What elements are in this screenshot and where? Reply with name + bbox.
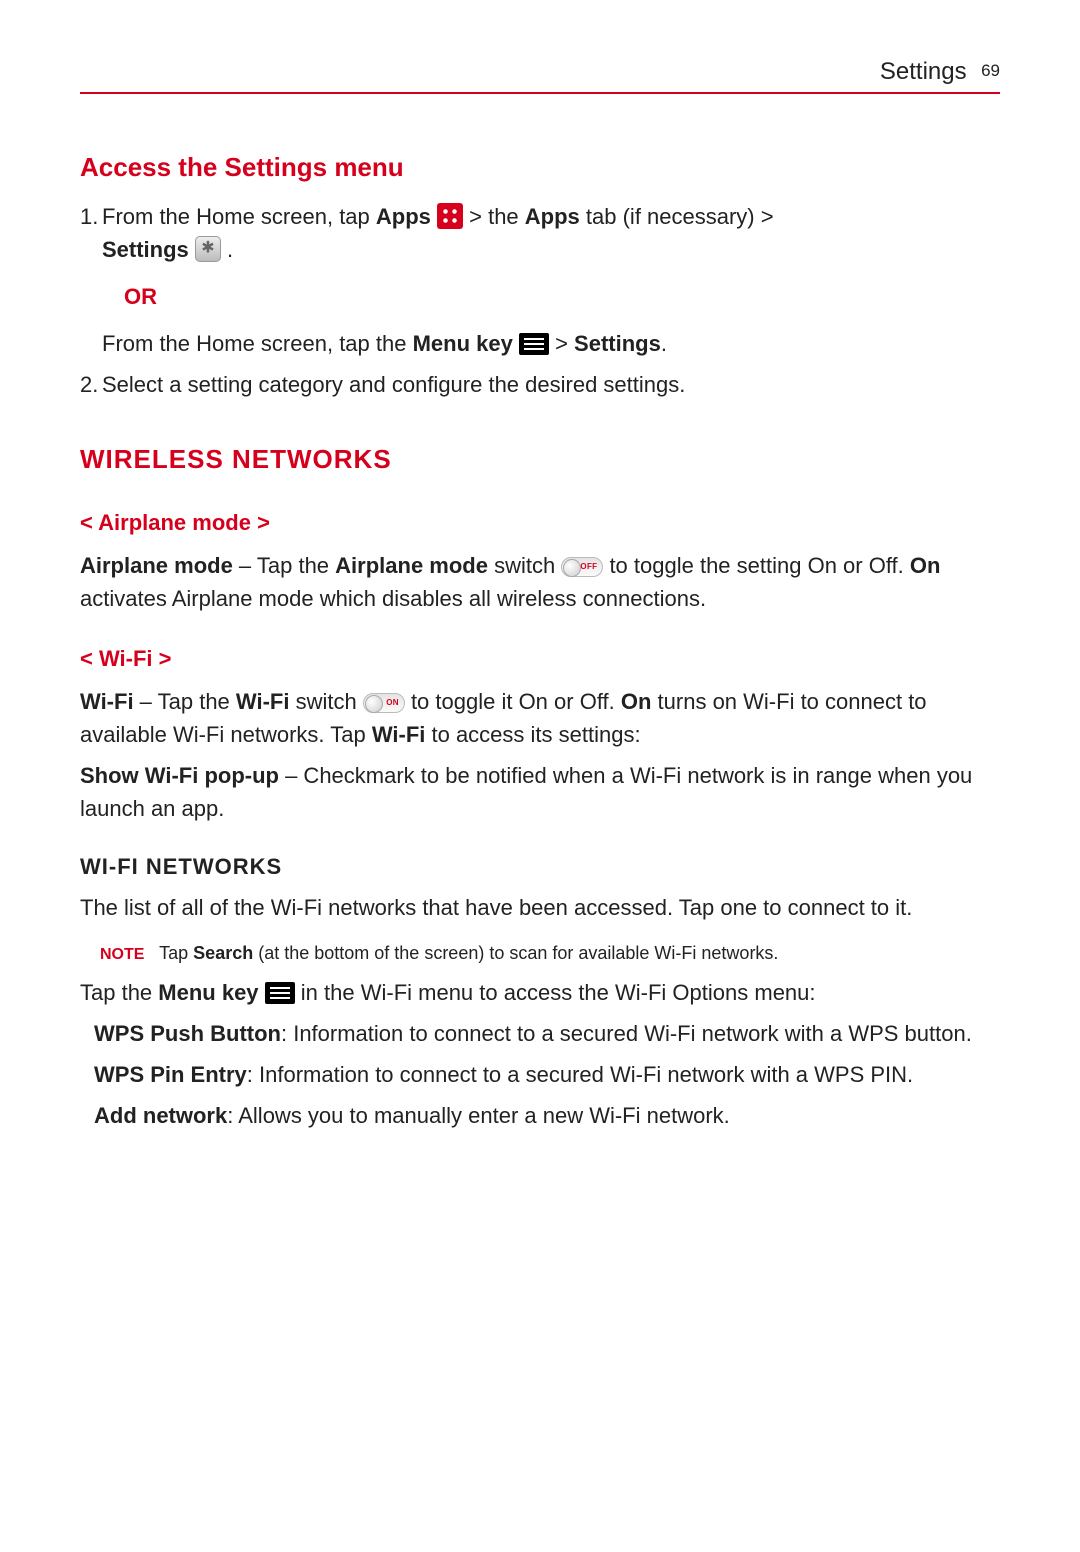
step-1: From the Home screen, tap Apps > the App…: [80, 200, 1000, 360]
menu-key-icon-2: [265, 982, 295, 1004]
airplane-b1: Airplane mode: [80, 553, 233, 578]
airplane-t3: to toggle the setting On or Off.: [603, 553, 910, 578]
step1-alt: From the Home screen, tap the Menu key >…: [102, 327, 1000, 360]
wps-b: WPS Push Button: [94, 1021, 281, 1046]
wps-t: : Information to connect to a secured Wi…: [281, 1021, 972, 1046]
note-label: NOTE: [100, 946, 144, 963]
step1alt-b: >: [549, 331, 574, 356]
wps-push-button-desc: WPS Push Button: Information to connect …: [94, 1017, 1000, 1050]
step1-apps-tab-bold: Apps: [525, 204, 580, 229]
wifi-b1: Wi-Fi: [80, 689, 134, 714]
wpspin-b: WPS Pin Entry: [94, 1062, 247, 1087]
steps-list: From the Home screen, tap Apps > the App…: [80, 200, 1000, 401]
wifi-t5: to access its settings:: [425, 722, 640, 747]
step1alt-menukey-bold: Menu key: [413, 331, 513, 356]
step1-text-b: > the: [463, 204, 525, 229]
airplane-t2: switch: [488, 553, 561, 578]
switch-off-icon: [561, 557, 603, 577]
tapmenu-a: Tap the: [80, 980, 158, 1005]
step-2: Select a setting category and configure …: [80, 368, 1000, 401]
wifi-t1: – Tap the: [134, 689, 236, 714]
apps-icon: [437, 203, 463, 229]
wifi-t2: switch: [289, 689, 362, 714]
note-c: (at the bottom of the screen) to scan fo…: [253, 943, 778, 963]
tap-menu-desc: Tap the Menu key in the Wi-Fi menu to ac…: [80, 976, 1000, 1009]
step1-text-a: From the Home screen, tap: [102, 204, 376, 229]
addnet-t: : Allows you to manually enter a new Wi-…: [227, 1103, 730, 1128]
wpspin-t: : Information to connect to a secured Wi…: [247, 1062, 913, 1087]
heading-access-settings: Access the Settings menu: [80, 149, 1000, 187]
step1alt-c: .: [661, 331, 667, 356]
wps-pin-entry-desc: WPS Pin Entry: Information to connect to…: [94, 1058, 1000, 1091]
note-a: Tap: [159, 943, 193, 963]
switch-on-icon: [363, 693, 405, 713]
page-header: Settings 69: [80, 55, 1000, 94]
heading-wireless-networks: WIRELESS NETWORKS: [80, 441, 1000, 479]
heading-airplane-mode: < Airplane mode >: [80, 507, 1000, 539]
step1-settings-bold: Settings: [102, 237, 189, 262]
airplane-t1: – Tap the: [233, 553, 335, 578]
popup-b1: Show Wi-Fi pop-up: [80, 763, 279, 788]
step1-apps-bold: Apps: [376, 204, 431, 229]
airplane-t4: activates Airplane mode which disables a…: [80, 586, 706, 611]
wifi-networks-desc: The list of all of the Wi-Fi networks th…: [80, 891, 1000, 924]
wifi-b2: Wi-Fi: [236, 689, 290, 714]
or-separator: OR: [124, 280, 1000, 313]
gear-icon: [195, 236, 221, 262]
wifi-b4: Wi-Fi: [372, 722, 426, 747]
menu-key-icon: [519, 333, 549, 355]
add-network-desc: Add network: Allows you to manually ente…: [94, 1099, 1000, 1132]
tapmenu-b: Menu key: [158, 980, 258, 1005]
show-wifi-popup-desc: Show Wi-Fi pop-up – Checkmark to be noti…: [80, 759, 1000, 825]
addnet-b: Add network: [94, 1103, 227, 1128]
step1alt-a: From the Home screen, tap the: [102, 331, 413, 356]
heading-wifi: < Wi-Fi >: [80, 643, 1000, 675]
header-section: Settings: [880, 58, 967, 85]
wifi-t3: to toggle it On or Off.: [405, 689, 621, 714]
tapmenu-c: in the Wi-Fi menu to access the Wi-Fi Op…: [295, 980, 816, 1005]
step1-text-d: .: [221, 237, 233, 262]
note-row: NOTE Tap Search (at the bottom of the sc…: [100, 940, 1000, 966]
step1-text-c: tab (if necessary) >: [580, 204, 774, 229]
note-b: Search: [193, 943, 253, 963]
page-number: 69: [981, 61, 1000, 80]
manual-page: Settings 69 Access the Settings menu Fro…: [0, 0, 1080, 1220]
wifi-desc: Wi-Fi – Tap the Wi-Fi switch to toggle i…: [80, 685, 1000, 751]
airplane-b2: Airplane mode: [335, 553, 488, 578]
step1alt-settings-bold: Settings: [574, 331, 661, 356]
airplane-b3: On: [910, 553, 941, 578]
airplane-mode-desc: Airplane mode – Tap the Airplane mode sw…: [80, 549, 1000, 615]
wifi-b3: On: [621, 689, 652, 714]
heading-wifi-networks: WI-FI NETWORKS: [80, 851, 1000, 883]
